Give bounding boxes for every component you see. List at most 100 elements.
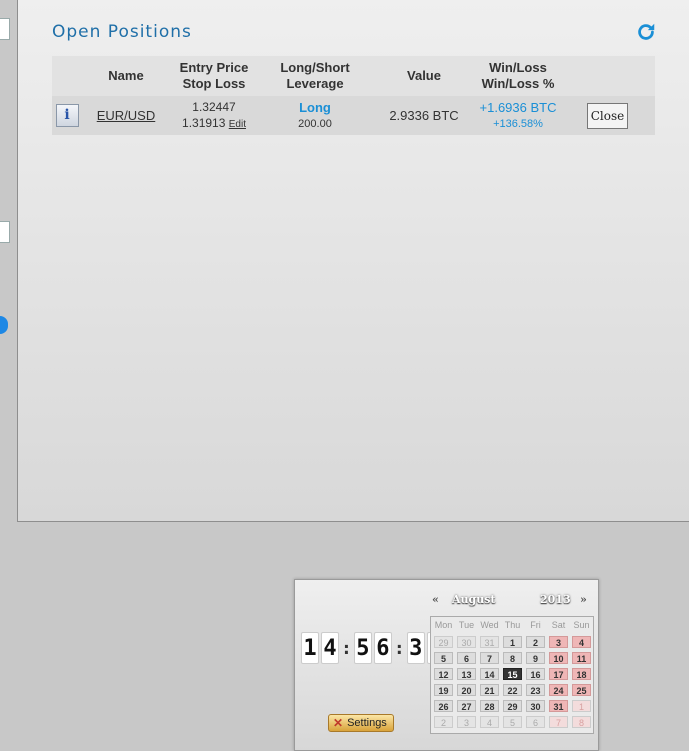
calendar-day[interactable]: 10 [549, 652, 568, 664]
edge-input-middle[interactable] [0, 221, 10, 243]
settings-label: Settings [347, 717, 387, 729]
digital-clock: 1 4 : 5 6 : 3 4 [300, 632, 446, 664]
calendar-day[interactable]: 9 [526, 652, 545, 664]
weekday-label: Sun [573, 620, 590, 630]
header-action [560, 56, 655, 96]
calendar-day[interactable]: 4 [572, 636, 591, 648]
calendar-day[interactable]: 29 [503, 700, 522, 712]
calendar-day[interactable]: 2 [526, 636, 545, 648]
calendar-day[interactable]: 5 [434, 652, 453, 664]
weekday-label: Tue [458, 620, 475, 630]
win-loss-pct: +136.58% [493, 117, 543, 130]
next-month-icon[interactable]: » [580, 593, 587, 606]
edge-input-top[interactable] [0, 18, 10, 40]
calendar-month: August [452, 593, 496, 606]
clock-separator: : [341, 637, 352, 659]
stop-loss: 1.31913 [182, 115, 226, 130]
positions-table: Name Entry Price Stop Loss Long/Short Leve… [52, 56, 655, 135]
entry-cell: 1.32447 1.31913 Edit [170, 96, 258, 135]
calendar-day[interactable]: 6 [457, 652, 476, 664]
calendar-week: 26 27 28 29 30 31 1 [432, 699, 593, 715]
settings-button[interactable]: ✕ Settings [328, 714, 394, 732]
calendar-day[interactable]: 26 [434, 700, 453, 712]
refresh-icon[interactable] [635, 21, 657, 43]
calendar-day[interactable]: 31 [480, 636, 499, 648]
calendar-day[interactable]: 30 [457, 636, 476, 648]
info-icon[interactable]: i [55, 104, 79, 127]
leverage: 200.00 [298, 117, 332, 130]
tools-icon: ✕ [333, 716, 344, 730]
calendar-day[interactable]: 21 [480, 684, 499, 696]
clock-digit: 5 [353, 632, 372, 664]
calendar-day[interactable]: 17 [549, 668, 568, 680]
calendar-week: 12 13 14 15 16 17 18 [432, 667, 593, 683]
calendar-header: « August 2013 » [430, 590, 594, 610]
clock-digit: 6 [373, 632, 392, 664]
calendar-day[interactable]: 6 [526, 716, 545, 728]
calendar-day[interactable]: 20 [457, 684, 476, 696]
clock-digit: 3 [406, 632, 425, 664]
prev-month-icon[interactable]: « [432, 593, 439, 606]
calendar-day[interactable]: 2 [434, 716, 453, 728]
calendar-day[interactable]: 11 [572, 652, 591, 664]
direction: Long [299, 99, 331, 115]
header-value: Value [372, 56, 476, 96]
header-entry: Entry Price Stop Loss [170, 56, 258, 96]
symbol-link[interactable]: EUR/USD [97, 108, 156, 123]
calendar-day[interactable]: 18 [572, 668, 591, 680]
value-cell: 2.9336 BTC [372, 96, 476, 135]
weekday-label: Fri [530, 620, 541, 630]
calendar-day[interactable]: 3 [549, 636, 568, 648]
calendar-day[interactable]: 3 [457, 716, 476, 728]
calendar-day[interactable]: 25 [572, 684, 591, 696]
calendar-day[interactable]: 29 [434, 636, 453, 648]
calendar-day[interactable]: 12 [434, 668, 453, 680]
calendar-week: 2345678 [432, 715, 593, 731]
calendar-day[interactable]: 1 [572, 700, 591, 712]
calendar-day[interactable]: 5 [503, 716, 522, 728]
calendar-day[interactable]: 8 [503, 652, 522, 664]
clock-separator: : [393, 637, 405, 659]
weekday-label: Sat [551, 620, 566, 630]
clock-calendar-widget: 1 4 : 5 6 : 3 4 ✕ Settings « August 2013… [294, 579, 599, 751]
table-row: i EUR/USD 1.32447 1.31913 Edit Long 200.… [52, 96, 655, 135]
header-name: Name [82, 56, 170, 96]
calendar-day[interactable]: 19 [434, 684, 453, 696]
weekday-row: Mon Tue Wed Thu Fri Sat Sun [432, 619, 593, 635]
calendar-day[interactable]: 22 [503, 684, 522, 696]
weekday-label: Thu [504, 620, 521, 630]
edit-stop-loss-link[interactable]: Edit [229, 119, 246, 130]
calendar-day[interactable]: 7 [549, 716, 568, 728]
clock-digit: 4 [321, 632, 339, 664]
calendar-day[interactable]: 1 [503, 636, 522, 648]
table-header-row: Name Entry Price Stop Loss Long/Short Leve… [52, 56, 655, 96]
entry-price: 1.32447 [192, 99, 236, 114]
weekday-label: Mon [434, 620, 453, 630]
win-loss: +1.6936 BTC [479, 99, 557, 115]
calendar-day[interactable]: 15 [503, 668, 522, 680]
open-positions-panel: Open Positions Name Entry Price Stop Loss… [17, 0, 689, 522]
panel-title: Open Positions [52, 22, 192, 42]
calendar-week: 19 20 21 22 23 24 25 [432, 683, 593, 699]
edge-blue-button[interactable] [0, 316, 8, 334]
calendar-day[interactable]: 30 [526, 700, 545, 712]
calendar-day[interactable]: 31 [549, 700, 568, 712]
calendar-day[interactable]: 24 [549, 684, 568, 696]
header-long-short: Long/Short Leverage [258, 56, 372, 96]
calendar-day[interactable]: 13 [457, 668, 476, 680]
calendar-day[interactable]: 7 [480, 652, 499, 664]
calendar-day[interactable]: 28 [480, 700, 499, 712]
calendar-day[interactable]: 14 [480, 668, 499, 680]
name-cell: EUR/USD [82, 96, 170, 135]
close-position-button[interactable]: Close [587, 102, 628, 129]
calendar-day[interactable]: 8 [572, 716, 591, 728]
weekday-label: Wed [480, 620, 499, 630]
calendar: « August 2013 » Mon Tue Wed Thu Fri Sat Sun 29 3… [430, 590, 594, 734]
calendar-day[interactable]: 4 [480, 716, 499, 728]
calendar-week: 5 6 7 8 9 10 11 [432, 651, 593, 667]
calendar-day[interactable]: 23 [526, 684, 545, 696]
calendar-day[interactable]: 27 [457, 700, 476, 712]
info-cell: i [52, 96, 82, 135]
header-info [52, 56, 82, 96]
calendar-day[interactable]: 16 [526, 668, 545, 680]
